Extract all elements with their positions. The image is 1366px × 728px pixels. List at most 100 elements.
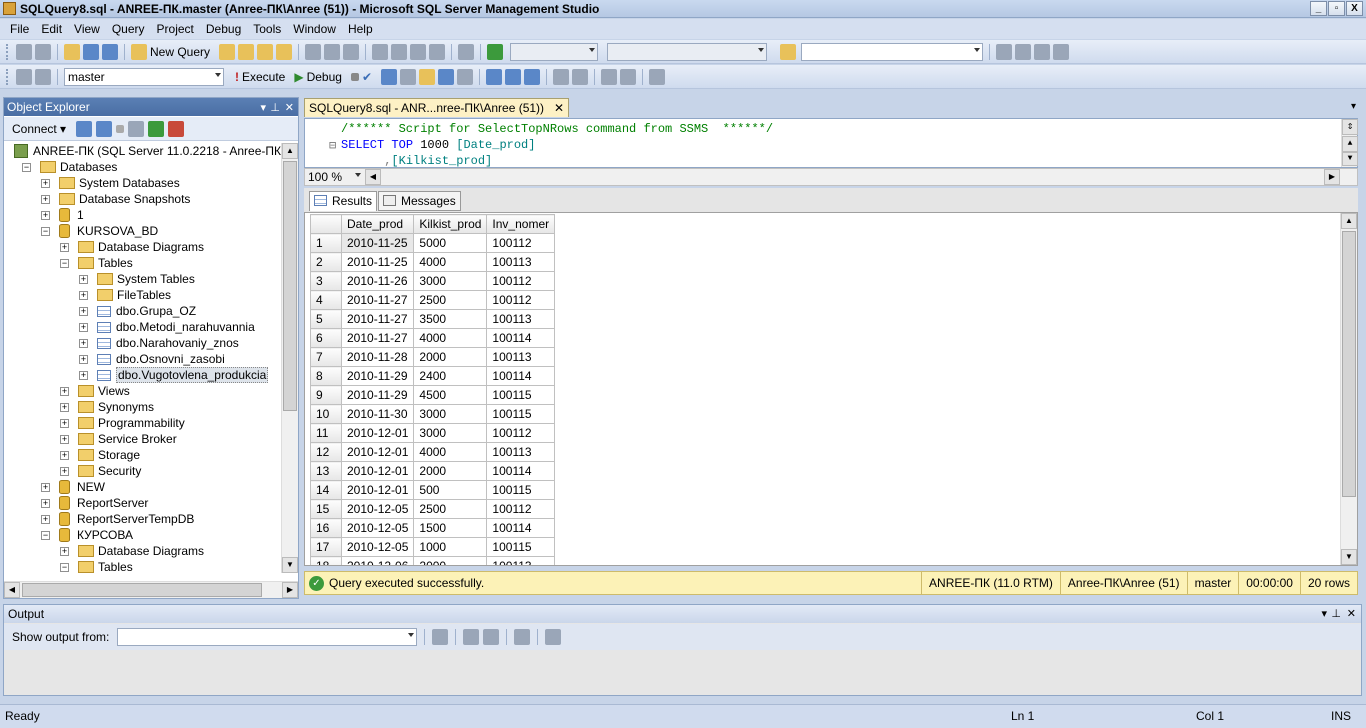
- cut-icon[interactable]: [305, 43, 322, 60]
- uncomment-lines-icon[interactable]: [572, 68, 589, 85]
- tree-node[interactable]: − Databases: [22, 159, 117, 175]
- analysis-query-icon[interactable]: [238, 43, 255, 60]
- navigate-backward-icon[interactable]: [410, 43, 427, 60]
- table-cell[interactable]: 100113: [486, 556, 556, 565]
- query-designer-icon[interactable]: [400, 68, 417, 85]
- table-cell[interactable]: 100112: [486, 271, 556, 291]
- tree-node[interactable]: + Security: [60, 463, 141, 479]
- debug-button[interactable]: ▶ Debug: [294, 70, 342, 84]
- collapse-icon[interactable]: −: [60, 258, 69, 268]
- expand-icon[interactable]: +: [60, 402, 69, 412]
- find-in-files-icon[interactable]: [780, 43, 797, 60]
- tree-node[interactable]: + Views: [60, 383, 130, 399]
- table-cell[interactable]: 2400: [413, 366, 488, 386]
- toolbox-icon[interactable]: [1034, 43, 1051, 60]
- row-number[interactable]: 14: [310, 480, 342, 500]
- row-number[interactable]: 3: [310, 271, 342, 291]
- connect-object-explorer-icon[interactable]: [76, 120, 93, 137]
- table-cell[interactable]: 500: [413, 480, 488, 500]
- expand-icon[interactable]: +: [41, 178, 50, 188]
- table-cell[interactable]: 4000: [413, 442, 488, 462]
- expand-icon[interactable]: +: [79, 306, 88, 316]
- table-cell[interactable]: 2010-11-27: [340, 328, 415, 348]
- scroll-down-icon[interactable]: ▼: [1342, 152, 1358, 166]
- scroll-up-icon[interactable]: ▲: [1342, 136, 1358, 152]
- table-cell[interactable]: 100113: [486, 442, 556, 462]
- scroll-left-icon[interactable]: ◀: [365, 169, 381, 185]
- expand-icon[interactable]: +: [60, 546, 69, 556]
- row-number[interactable]: 17: [310, 537, 342, 557]
- table-cell[interactable]: 4500: [413, 385, 488, 405]
- menu-help[interactable]: Help: [342, 22, 379, 36]
- table-row[interactable]: 3 2010-11-26 3000 100112: [310, 271, 556, 291]
- toolbar-grip[interactable]: [6, 68, 9, 85]
- table-cell[interactable]: 2010-12-01: [340, 480, 415, 500]
- row-number[interactable]: 7: [310, 347, 342, 367]
- expand-icon[interactable]: +: [60, 386, 69, 396]
- column-header[interactable]: Kilkist_prod: [413, 214, 488, 234]
- redo-icon[interactable]: [391, 43, 408, 60]
- expand-icon[interactable]: +: [60, 466, 69, 476]
- tree-node[interactable]: + Programmability: [60, 415, 185, 431]
- table-cell[interactable]: 100115: [486, 404, 556, 424]
- output-source-combo[interactable]: [117, 628, 418, 646]
- results-grid[interactable]: Date_prod Kilkist_prod Inv_nomer 1 2010-11-…: [304, 212, 1358, 566]
- expand-icon[interactable]: +: [41, 482, 50, 492]
- table-cell[interactable]: 3000: [413, 404, 488, 424]
- expand-icon[interactable]: +: [79, 290, 88, 300]
- window-position-icon[interactable]: ▾: [1321, 605, 1327, 623]
- connect-dropdown[interactable]: Connect ▾: [12, 122, 66, 136]
- table-cell[interactable]: 100115: [486, 537, 556, 557]
- table-row[interactable]: 2 2010-11-25 4000 100113: [310, 252, 556, 272]
- available-databases-combo[interactable]: master: [64, 67, 224, 86]
- include-actual-plan-icon[interactable]: [438, 68, 455, 85]
- table-cell[interactable]: 2010-12-05: [340, 537, 415, 557]
- stop-icon[interactable]: [116, 124, 125, 133]
- table-cell[interactable]: 2010-12-05: [340, 499, 415, 519]
- row-number[interactable]: 18: [310, 556, 342, 565]
- tree-node[interactable]: + Synonyms: [60, 399, 154, 415]
- results-to-text-icon[interactable]: [486, 68, 503, 85]
- expand-icon[interactable]: +: [41, 210, 50, 220]
- menu-query[interactable]: Query: [106, 22, 151, 36]
- table-row[interactable]: 1 2010-11-25 5000 100112: [310, 233, 556, 253]
- solution-explorer-icon[interactable]: [996, 43, 1013, 60]
- parse-icon[interactable]: ✔: [362, 70, 372, 84]
- table-row[interactable]: 5 2010-11-27 3500 100113: [310, 309, 556, 329]
- auto-hide-pin-icon[interactable]: ⊥: [1331, 605, 1341, 623]
- collapse-region-icon[interactable]: ⊟: [329, 138, 336, 153]
- tree-node[interactable]: + Database Diagrams: [60, 543, 204, 559]
- xmla-query-icon[interactable]: [276, 43, 293, 60]
- expand-icon[interactable]: +: [41, 194, 50, 204]
- toolbar-grip[interactable]: [6, 43, 9, 60]
- table-cell[interactable]: 2010-11-25: [340, 252, 415, 272]
- table-cell[interactable]: 100115: [486, 480, 556, 500]
- object-explorer-vertical-scrollbar[interactable]: ▲ ▼: [281, 143, 298, 573]
- table-row[interactable]: 9 2010-11-29 4500 100115: [310, 385, 556, 405]
- table-row[interactable]: 18 2010-12-06 2000 100113: [310, 556, 556, 565]
- find-combo[interactable]: [801, 42, 984, 61]
- menu-debug[interactable]: Debug: [200, 22, 247, 36]
- save-icon[interactable]: [83, 43, 99, 60]
- summary-icon[interactable]: [168, 120, 185, 137]
- row-number[interactable]: 9: [310, 385, 342, 405]
- table-cell[interactable]: 100114: [486, 366, 556, 386]
- table-cell[interactable]: 100113: [486, 347, 556, 367]
- connect-icon[interactable]: [16, 68, 32, 85]
- scroll-right-icon[interactable]: ▶: [282, 582, 298, 598]
- row-number[interactable]: 5: [310, 309, 342, 329]
- table-cell[interactable]: 2000: [413, 556, 488, 565]
- maximize-button[interactable]: ▫: [1328, 1, 1345, 16]
- scroll-down-icon[interactable]: ▼: [1341, 549, 1357, 565]
- display-estimated-plan-icon[interactable]: [381, 68, 398, 85]
- close-button[interactable]: X: [1346, 1, 1363, 16]
- table-cell[interactable]: 100113: [486, 252, 556, 272]
- table-cell[interactable]: 2010-12-01: [340, 461, 415, 481]
- row-number[interactable]: 15: [310, 499, 342, 519]
- cancel-query-icon[interactable]: [350, 72, 359, 81]
- tree-node[interactable]: + dbo.Metodi_narahuvannia: [79, 319, 255, 335]
- auto-hide-pin-icon[interactable]: ⊥: [270, 99, 280, 117]
- table-cell[interactable]: 100114: [486, 518, 556, 538]
- table-cell[interactable]: 2010-11-28: [340, 347, 415, 367]
- db-engine-query-icon[interactable]: [219, 43, 236, 60]
